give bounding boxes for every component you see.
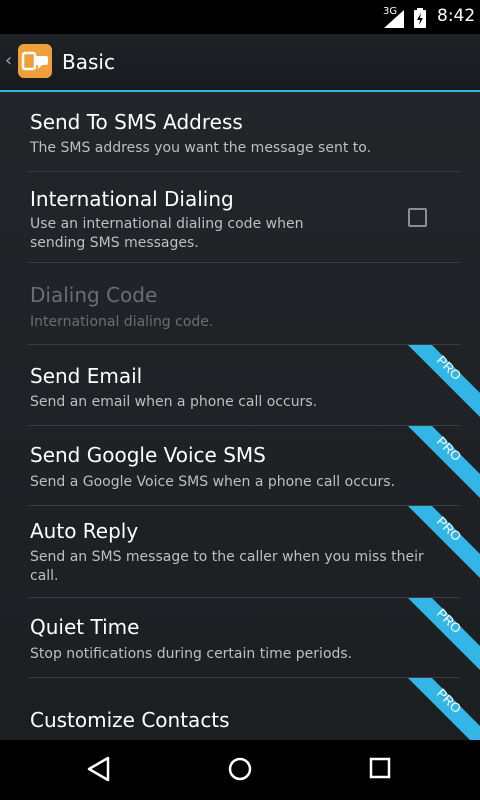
pref-summary: Send an SMS message to the caller when y… [30,549,424,584]
pref-summary: Use an international dialing code when s… [30,216,304,251]
pref-title: International Dialing [30,187,234,211]
pref-send-email[interactable]: Send Email Send an email when a phone ca… [0,345,480,426]
pro-badge: PRO [408,598,480,670]
preference-list[interactable]: Send To SMS Address The SMS address you … [0,92,480,740]
pref-summary: International dialing code. [30,314,214,330]
pref-summary: Stop notifications during certain time p… [30,646,353,662]
pref-auto-reply[interactable]: Auto Reply Send an SMS message to the ca… [0,506,480,598]
pref-title: Send To SMS Address [30,110,243,134]
app-icon[interactable] [18,44,52,78]
pref-international-dialing[interactable]: International Dialing Use an internation… [0,172,480,263]
pref-send-google-voice-sms[interactable]: Send Google Voice SMS Send a Google Voic… [0,426,480,506]
pref-title: Quiet Time [30,615,140,639]
chevron-left-icon[interactable]: ‹ [5,50,12,71]
pref-title: Customize Contacts [30,708,230,732]
pref-title: Send Email [30,364,143,388]
clock: 8:42 [437,6,476,26]
pref-title: Auto Reply [30,519,139,543]
pref-summary: Send a Google Voice SMS when a phone cal… [30,474,395,490]
battery-icon [414,8,426,28]
status-bar: 3G 8:42 [0,0,480,34]
pref-summary: The SMS address you want the message sen… [30,140,372,156]
pref-quiet-time[interactable]: Quiet Time Stop notifications during cer… [0,598,480,678]
pref-summary: Send an email when a phone call occurs. [30,394,318,410]
pref-title: Send Google Voice SMS [30,443,266,467]
pref-title: Dialing Code [30,283,158,307]
pro-badge: PRO [408,678,480,740]
action-bar: ‹ Basic [0,34,480,92]
signal-icon [384,10,404,28]
home-icon[interactable] [227,756,253,782]
international-dialing-checkbox[interactable] [408,208,427,227]
back-icon[interactable] [86,756,112,782]
pro-badge: PRO [408,426,480,498]
page-title: Basic [62,50,115,74]
pref-dialing-code: Dialing Code International dialing code. [0,263,480,345]
pref-customize-contacts[interactable]: Customize Contacts PRO [0,678,480,740]
pref-send-to-sms-address[interactable]: Send To SMS Address The SMS address you … [0,92,480,172]
navigation-bar [0,740,480,800]
pro-badge: PRO [408,345,480,417]
recents-icon[interactable] [368,756,392,780]
pro-badge: PRO [408,506,480,578]
